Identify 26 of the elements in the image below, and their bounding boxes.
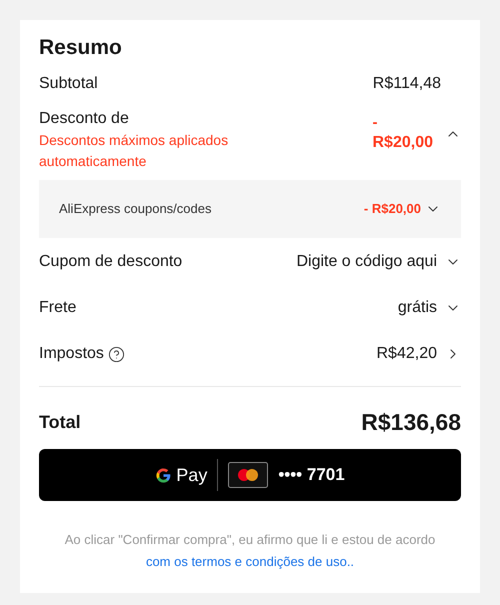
row-value: R$42,20: [376, 344, 437, 364]
terms-link[interactable]: com os termos e condições de uso..: [146, 554, 354, 569]
row-label: Frete: [39, 298, 76, 318]
row-value[interactable]: Digite o código aqui: [296, 250, 437, 274]
discount-note: Descontos máximos aplicados automaticamente: [39, 131, 230, 171]
discount-value: R$20,00: [372, 133, 433, 153]
row-label: Impostos: [39, 344, 104, 364]
coupon-value: - R$20,00: [364, 200, 421, 218]
row-value[interactable]: grátis: [398, 296, 437, 320]
total-label: Total: [39, 410, 81, 434]
mastercard-icon: [228, 462, 268, 488]
terms-notice: Ao clicar "Confirmar compra", eu afirmo que li e estou de acordo com os termos e condições de uso..: [64, 531, 436, 571]
coupon-label: AliExpress coupons/codes: [59, 200, 212, 218]
wallet-label: Pay: [176, 464, 208, 487]
discount-minus: -: [372, 114, 378, 132]
coupon-row[interactable]: AliExpress coupons/codes - R$20,00: [39, 180, 461, 238]
discount-label: Desconto de: [39, 109, 129, 129]
card-number: •••• 7701: [278, 464, 345, 486]
pay-button[interactable]: Pay •••• 7701: [39, 449, 461, 501]
summary-title: Resumo: [39, 35, 122, 61]
subtotal-value: R$114,48: [372, 74, 441, 94]
google-g-icon: [155, 466, 172, 484]
total-value: R$136,68: [361, 408, 461, 437]
help-icon[interactable]: [108, 346, 125, 362]
subtotal-label: Subtotal: [39, 74, 98, 94]
row-label: Cupom de desconto: [39, 252, 182, 272]
